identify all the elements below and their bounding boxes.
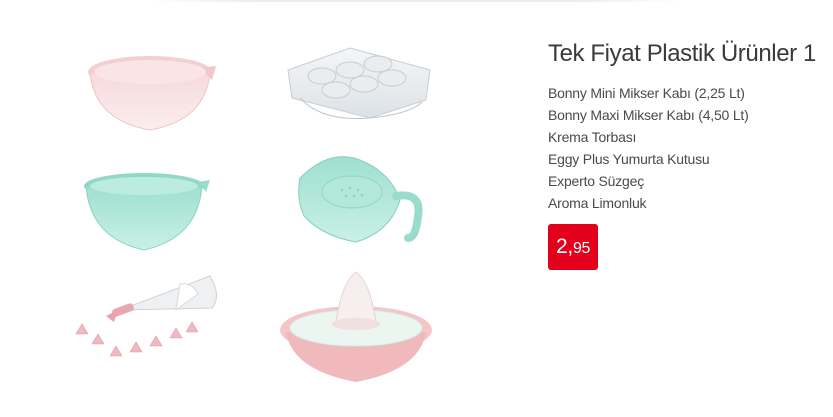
list-item: Eggy Plus Yumurta Kutusu xyxy=(548,151,710,167)
pink-mixing-bowl xyxy=(88,56,216,131)
product-items-list: Bonny Mini Mikser Kabı (2,25 Lt) Bonny M… xyxy=(548,82,828,214)
list-item: Experto Süzgeç xyxy=(548,173,645,189)
price-badge: 2,95 xyxy=(548,224,599,270)
price-decimal: 95 xyxy=(572,240,591,257)
product-title: Tek Fiyat Plastik Ürünler 1 xyxy=(548,40,816,67)
piping-bag-set xyxy=(75,275,217,357)
price-integer: 2 xyxy=(556,235,568,258)
product-info: Tek Fiyat Plastik Ürünler 1 Bonny Mini M… xyxy=(548,40,828,270)
list-item: Krema Torbası xyxy=(548,129,637,145)
list-item: Bonny Mini Mikser Kabı (2,25 Lt) xyxy=(548,85,745,101)
mint-colander xyxy=(298,156,423,243)
egg-box xyxy=(287,47,431,120)
list-item: Aroma Limonluk xyxy=(548,195,647,211)
citrus-juicer xyxy=(280,271,432,382)
product-image xyxy=(60,10,480,410)
mint-mixing-bowl xyxy=(84,173,210,251)
top-divider xyxy=(150,0,680,2)
list-item: Bonny Maxi Mikser Kabı (4,50 Lt) xyxy=(548,107,749,123)
